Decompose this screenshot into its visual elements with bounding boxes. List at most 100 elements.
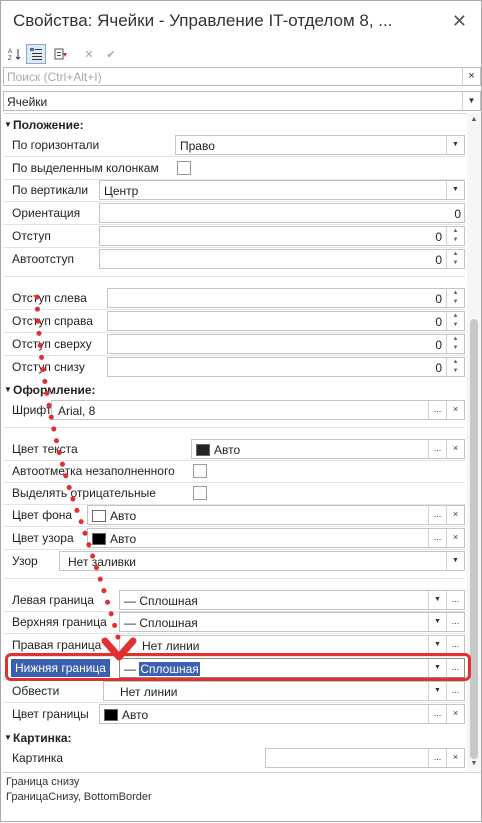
top-border-select[interactable]: — Сплошная ▼ ... [119, 612, 465, 632]
orientation-input[interactable]: 0 [99, 203, 465, 223]
font-select-button[interactable]: ... [428, 401, 446, 419]
object-selector[interactable]: Ячейки ▼ [3, 91, 481, 111]
prop-bottom-border: Нижняя граница — Сплошная ▼ ... [3, 657, 465, 679]
auto-indent-input[interactable]: 0 ▲ ▼ [99, 249, 465, 269]
cancel-icon[interactable]: ✕ [79, 44, 99, 64]
indent-bottom-input[interactable]: 0 ▲ ▼ [107, 357, 465, 377]
scroll-up-icon[interactable]: ▲ [467, 113, 481, 127]
pattern-color-input[interactable]: Авто ... × [87, 528, 465, 548]
border-select-button[interactable]: ... [446, 613, 464, 631]
picture-input[interactable]: ... × [265, 748, 465, 768]
prop-bg-color: Цвет фона Авто ... × [3, 504, 465, 526]
indent-right-value: 0 [435, 315, 442, 329]
prop-picture: Картинка ... × [3, 747, 465, 769]
bg-color-input[interactable]: Авто ... × [87, 505, 465, 525]
color-select-button[interactable]: ... [428, 705, 446, 723]
prop-top-border: Верхняя граница — Сплошная ▼ ... [3, 611, 465, 633]
pattern-select[interactable]: Нет заливки ▼ [59, 551, 465, 571]
color-clear-button[interactable]: × [446, 705, 464, 723]
color-swatch [196, 444, 210, 456]
vertical-select[interactable]: Центр ▼ [99, 180, 465, 200]
font-clear-button[interactable]: × [446, 401, 464, 419]
filter-icon[interactable] [51, 44, 71, 64]
spin-stepper[interactable]: ▲ ▼ [446, 358, 464, 376]
left-border-select[interactable]: — Сплошная ▼ ... [119, 590, 465, 610]
svg-text:A: A [8, 49, 12, 55]
color-select-button[interactable]: ... [428, 440, 446, 458]
vertical-scrollbar[interactable]: ▲ ▼ [467, 113, 481, 771]
close-icon[interactable]: ✕ [452, 11, 467, 32]
sort-alpha-icon[interactable]: AZ [5, 44, 25, 64]
color-swatch [92, 510, 106, 522]
chevron-down-icon[interactable]: ▼ [428, 636, 446, 654]
spin-stepper[interactable]: ▲ ▼ [446, 250, 464, 268]
color-select-button[interactable]: ... [428, 529, 446, 547]
categories-icon[interactable] [26, 44, 46, 64]
picture-clear-button[interactable]: × [446, 749, 464, 767]
indent-right-input[interactable]: 0 ▲ ▼ [107, 311, 465, 331]
text-color-value: Авто [214, 443, 241, 457]
toolbar: AZ ✕ ✔ [1, 41, 481, 67]
chevron-down-icon[interactable]: ▼ [446, 552, 464, 570]
bottom-border-value: Сплошная [139, 662, 200, 676]
border-select-button[interactable]: ... [446, 591, 464, 609]
prop-label: Отступ справа [12, 314, 93, 328]
chevron-down-icon[interactable]: ▼ [446, 136, 464, 154]
spin-stepper[interactable]: ▲ ▼ [446, 227, 464, 245]
chevron-down-icon[interactable]: ▼ [446, 181, 464, 199]
prop-pattern-color: Цвет узора Авто ... × [3, 527, 465, 549]
chevron-down-icon[interactable]: ▼ [428, 613, 446, 631]
color-clear-button[interactable]: × [446, 506, 464, 524]
collapse-icon[interactable]: ▼ [4, 120, 12, 129]
outline-select-button[interactable]: ... [446, 682, 464, 700]
picture-select-button[interactable]: ... [428, 749, 446, 767]
group-picture[interactable]: ▼ Картинка: [3, 727, 465, 749]
color-select-button[interactable]: ... [428, 506, 446, 524]
bottom-border-prefix: — [124, 662, 136, 676]
color-clear-button[interactable]: × [446, 529, 464, 547]
chevron-down-icon[interactable]: ▼ [428, 659, 446, 677]
scroll-down-icon[interactable]: ▼ [467, 757, 481, 771]
border-select-button[interactable]: ... [446, 636, 464, 654]
prop-label: Отступ [12, 229, 51, 243]
by-selected-columns-checkbox[interactable] [177, 161, 191, 175]
indent-top-input[interactable]: 0 ▲ ▼ [107, 334, 465, 354]
vertical-value: Центр [104, 184, 139, 198]
outline-select[interactable]: Нет линии ▼ ... [103, 681, 465, 701]
bottom-border-select[interactable]: — Сплошная ▼ ... [119, 658, 465, 678]
group-position[interactable]: ▼ Положение: [3, 114, 465, 136]
indent-left-input[interactable]: 0 ▲ ▼ [107, 288, 465, 308]
search-input[interactable]: Поиск (Ctrl+Alt+I) × [3, 67, 481, 86]
color-clear-button[interactable]: × [446, 440, 464, 458]
prop-label: Ориентация [12, 206, 81, 220]
group-label: Оформление: [13, 383, 96, 397]
prop-by-selected-columns: По выделенным колонкам [3, 157, 465, 179]
chevron-down-icon[interactable]: ▼ [428, 591, 446, 609]
text-color-input[interactable]: Авто ... × [191, 439, 465, 459]
top-border-value: — Сплошная [124, 616, 198, 630]
clear-search-icon[interactable]: × [462, 68, 480, 85]
chevron-down-icon[interactable]: ▼ [428, 682, 446, 700]
object-selector-value: Ячейки [7, 95, 48, 109]
border-select-button[interactable]: ... [446, 659, 464, 677]
auto-mark-empty-checkbox[interactable] [193, 464, 207, 478]
scroll-thumb[interactable] [470, 319, 478, 759]
highlight-negative-checkbox[interactable] [193, 486, 207, 500]
spin-stepper[interactable]: ▲ ▼ [446, 335, 464, 353]
horizontal-select[interactable]: Право ▼ [175, 135, 465, 155]
prop-label: Цвет границы [12, 707, 89, 721]
border-color-input[interactable]: Авто ... × [99, 704, 465, 724]
chevron-down-icon[interactable]: ▼ [462, 92, 480, 110]
property-description: Граница снизу ГраницаСнизу, BottomBorder [3, 772, 481, 822]
collapse-icon[interactable]: ▼ [4, 385, 12, 394]
spin-stepper[interactable]: ▲ ▼ [446, 289, 464, 307]
font-input[interactable]: Arial, 8 ... × [51, 400, 465, 420]
group-design[interactable]: ▼ Оформление: [3, 379, 465, 401]
spin-stepper[interactable]: ▲ ▼ [446, 312, 464, 330]
right-border-select[interactable]: Нет линии ▼ ... [119, 635, 465, 655]
prop-pattern: Узор Нет заливки ▼ [3, 550, 465, 572]
collapse-icon[interactable]: ▼ [4, 733, 12, 742]
orientation-value: 0 [454, 207, 461, 221]
accept-icon[interactable]: ✔ [101, 44, 121, 64]
indent-input[interactable]: 0 ▲ ▼ [99, 226, 465, 246]
